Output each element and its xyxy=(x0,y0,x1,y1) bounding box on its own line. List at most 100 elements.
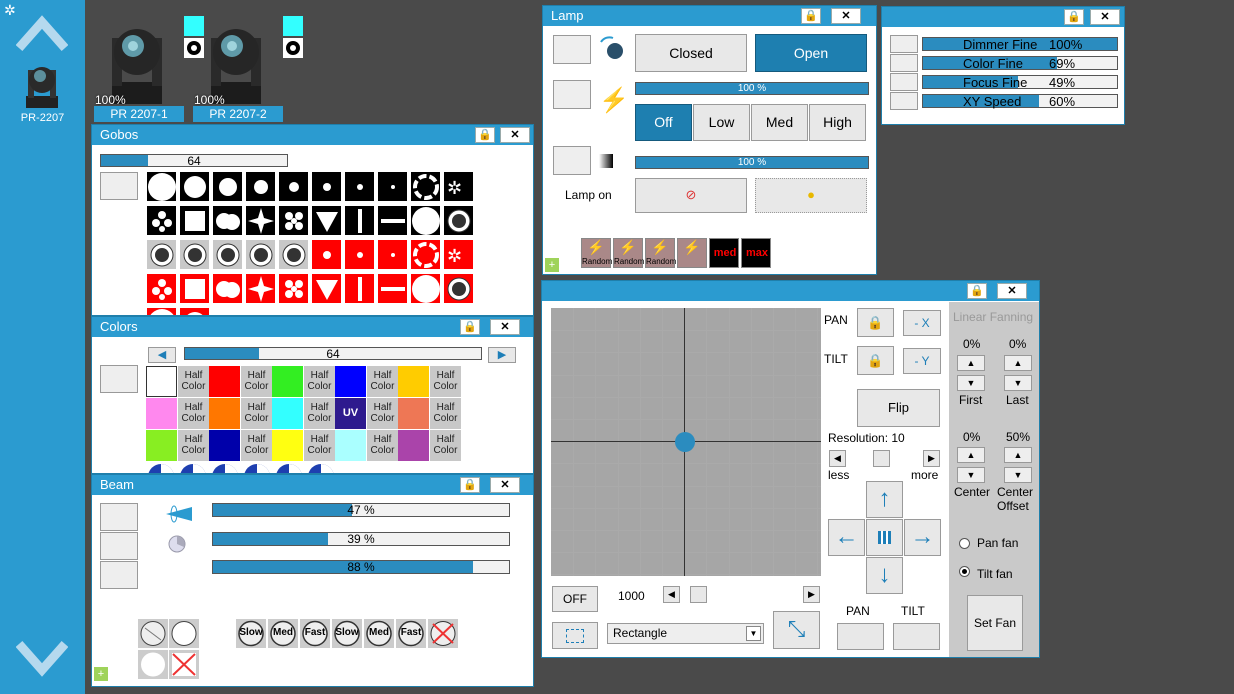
half-color-button[interactable]: Half Color xyxy=(241,398,272,429)
color-wheel-icon[interactable] xyxy=(210,462,241,473)
gobo-button[interactable] xyxy=(179,273,210,304)
gobo-button[interactable] xyxy=(212,171,243,202)
lamp-macro-button[interactable]: max xyxy=(741,238,771,268)
beam-button-2[interactable] xyxy=(100,532,138,560)
half-color-button[interactable]: Half Color xyxy=(304,398,335,429)
frost-slider[interactable]: 88 % xyxy=(212,560,510,574)
gobo-button[interactable] xyxy=(311,273,342,304)
color-swatch[interactable] xyxy=(272,398,303,429)
lamp-off-button[interactable]: ⊘ xyxy=(635,178,747,213)
resolution-slider-thumb[interactable] xyxy=(873,450,890,467)
center-icon[interactable] xyxy=(866,519,903,556)
color-wheel-icon[interactable] xyxy=(242,462,273,473)
pan-lock-icon[interactable]: 🔒 xyxy=(857,308,894,337)
color-swatch[interactable] xyxy=(146,366,177,397)
color-wheel-icon[interactable] xyxy=(178,462,209,473)
prism-speed-button[interactable]: Fast xyxy=(300,619,330,648)
offset-up-icon[interactable]: ▲ xyxy=(1004,447,1032,463)
gobo-open-button[interactable] xyxy=(100,172,138,200)
arrow-up-icon[interactable]: ↑ xyxy=(866,481,903,518)
shape-select[interactable]: Rectangle ▼ xyxy=(607,623,764,644)
speed-slider-thumb[interactable] xyxy=(690,586,707,603)
gobo-button[interactable] xyxy=(344,205,375,236)
strobe-button[interactable] xyxy=(553,80,591,109)
gobo-button[interactable] xyxy=(212,273,243,304)
arrow-left-icon[interactable]: ← xyxy=(828,519,865,556)
speed-left-arrow-icon[interactable]: ◀ xyxy=(663,586,680,603)
tilt-lock-icon[interactable]: 🔒 xyxy=(857,346,894,375)
iris-button[interactable] xyxy=(138,619,168,648)
offset-down-icon[interactable]: ▼ xyxy=(1004,467,1032,483)
rotation-off-button[interactable] xyxy=(428,619,458,648)
speed-right-arrow-icon[interactable]: ▶ xyxy=(803,586,820,603)
resolution-less-arrow-icon[interactable]: ◀ xyxy=(829,450,846,467)
resolution-more-arrow-icon[interactable]: ▶ xyxy=(923,450,940,467)
effect-off-button[interactable]: OFF xyxy=(552,586,598,612)
gobo-button[interactable] xyxy=(410,171,441,202)
gobo-button[interactable] xyxy=(278,171,309,202)
half-color-button[interactable]: Half Color xyxy=(241,430,272,461)
first-up-icon[interactable]: ▲ xyxy=(957,355,985,371)
beam-button-3[interactable] xyxy=(100,561,138,589)
lock-icon[interactable]: 🔒 xyxy=(801,8,821,24)
last-down-icon[interactable]: ▼ xyxy=(1004,375,1032,391)
focus-slider[interactable]: 39 % xyxy=(212,532,510,546)
lock-icon[interactable]: 🔒 xyxy=(1064,9,1084,25)
power-med-button[interactable]: Med xyxy=(751,104,808,141)
gobo-button[interactable] xyxy=(377,205,408,236)
lamp-macro-button[interactable]: ⚡ Random xyxy=(581,238,612,268)
gobo-button[interactable] xyxy=(146,273,177,304)
half-color-button[interactable]: Half Color xyxy=(304,366,335,397)
xy-pad[interactable] xyxy=(551,308,821,576)
pan-fan-radio[interactable] xyxy=(959,538,970,549)
gobo-button[interactable] xyxy=(146,307,177,315)
gobo-button[interactable] xyxy=(245,239,276,270)
color-swatch[interactable] xyxy=(398,398,429,429)
fine-row-button[interactable] xyxy=(890,73,918,91)
color-swatch[interactable] xyxy=(398,366,429,397)
frost-off-button[interactable] xyxy=(169,650,199,679)
arrow-left-icon[interactable]: ◀ xyxy=(148,347,176,363)
dimmer-slider[interactable]: 100 % xyxy=(635,156,869,169)
close-button[interactable]: ✕ xyxy=(997,283,1027,299)
dimmer-button[interactable] xyxy=(553,146,591,175)
color-wheel-icon[interactable] xyxy=(306,462,337,473)
gobo-button[interactable] xyxy=(311,239,342,270)
gobo-button[interactable] xyxy=(278,205,309,236)
arrow-down-icon[interactable]: ↓ xyxy=(866,557,903,594)
gobo-button[interactable] xyxy=(179,171,210,202)
half-color-button[interactable]: Half Color xyxy=(178,366,209,397)
color-swatch[interactable] xyxy=(272,366,303,397)
first-down-icon[interactable]: ▼ xyxy=(957,375,985,391)
power-high-button[interactable]: High xyxy=(809,104,866,141)
gobo-button[interactable] xyxy=(377,171,408,202)
gobo-button[interactable] xyxy=(377,273,408,304)
half-color-button[interactable]: Half Color xyxy=(430,398,461,429)
color-swatch[interactable]: UV xyxy=(335,398,366,429)
color-swatch[interactable] xyxy=(146,430,177,461)
half-color-button[interactable]: Half Color xyxy=(367,398,398,429)
gobo-button[interactable]: ✲ xyxy=(443,239,474,270)
color-swatch[interactable] xyxy=(272,430,303,461)
power-low-button[interactable]: Low xyxy=(693,104,750,141)
fixture-thumbnail[interactable] xyxy=(20,56,64,110)
gobo-button[interactable] xyxy=(443,205,474,236)
scroll-down-icon[interactable] xyxy=(16,640,68,680)
prism-speed-button[interactable]: Med xyxy=(268,619,298,648)
fixture-card-2[interactable]: 100% PR 2207-2 xyxy=(193,14,283,122)
gobo-button[interactable] xyxy=(146,205,177,236)
zoom-slider[interactable]: 47 % xyxy=(212,503,510,517)
color-swatch[interactable] xyxy=(209,398,240,429)
close-button[interactable]: ✕ xyxy=(1090,9,1120,25)
color-swatch[interactable] xyxy=(398,430,429,461)
last-up-icon[interactable]: ▲ xyxy=(1004,355,1032,371)
fine-slider[interactable]: XY Speed 60% xyxy=(922,94,1118,108)
add-icon[interactable]: + xyxy=(545,258,559,272)
color-swatch[interactable] xyxy=(209,366,240,397)
gobo-button[interactable] xyxy=(311,171,342,202)
gobo-button[interactable] xyxy=(245,205,276,236)
gobo-button[interactable] xyxy=(146,239,177,270)
color-wheel-icon[interactable] xyxy=(274,462,305,473)
half-color-button[interactable]: Half Color xyxy=(178,398,209,429)
pan-value-button[interactable] xyxy=(837,623,884,650)
